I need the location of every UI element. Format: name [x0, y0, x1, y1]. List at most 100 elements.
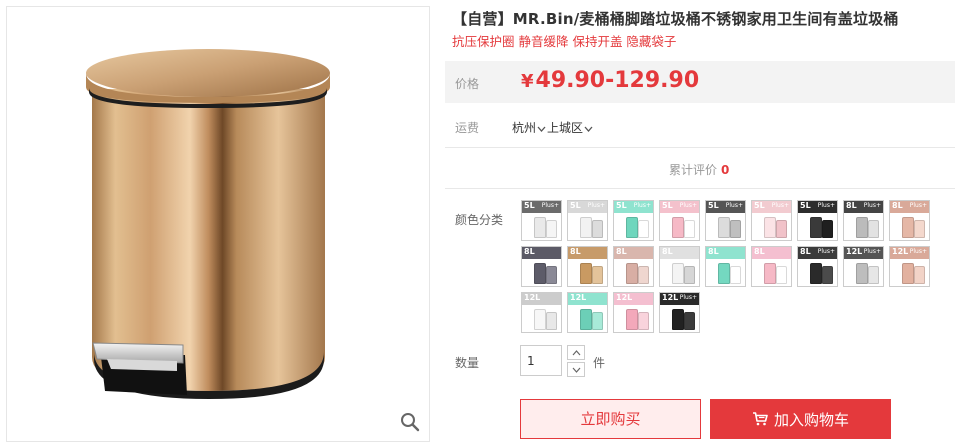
swatch-bin-image	[684, 266, 695, 284]
swatch-size-label: 8L	[892, 201, 903, 210]
swatch-bin-image	[718, 217, 730, 238]
color-swatch[interactable]: 12L Plus+	[659, 292, 700, 333]
swatch-bin-image	[672, 263, 684, 284]
color-swatch[interactable]: 8L	[659, 246, 700, 287]
color-swatch[interactable]: 12L Plus+	[889, 246, 930, 287]
swatch-size-label: 12L	[570, 293, 587, 302]
swatch-plus-label: Plus+	[679, 202, 697, 209]
swatch-bin-image	[534, 309, 546, 330]
quantity-label: 数量	[455, 356, 480, 370]
swatch-bin-image	[580, 309, 592, 330]
swatch-size-label: 8L	[846, 201, 857, 210]
shipping-district[interactable]: 上城区	[547, 121, 583, 135]
swatch-bin-image	[580, 263, 592, 284]
swatch-bin-image	[868, 220, 879, 238]
swatch-plus-label: Plus+	[863, 248, 881, 255]
swatch-bin-image	[856, 263, 868, 284]
swatch-bin-image	[592, 266, 603, 284]
product-subtitle: 抗压保护圈 静音缓降 保持开盖 隐藏袋子	[452, 34, 677, 49]
swatch-bin-image	[914, 220, 925, 238]
color-swatch[interactable]: 8L Plus+	[797, 246, 838, 287]
swatch-bin-image	[764, 263, 776, 284]
color-swatch[interactable]: 5L Plus+	[751, 200, 792, 241]
swatch-bin-image	[580, 217, 592, 238]
swatch-size-label: 12L	[662, 293, 679, 302]
color-swatch[interactable]: 8L	[751, 246, 792, 287]
color-swatch[interactable]: 5L Plus+	[797, 200, 838, 241]
swatch-size-label: 8L	[800, 247, 811, 256]
swatch-bin-image	[546, 220, 557, 238]
color-swatch[interactable]: 8L	[705, 246, 746, 287]
swatch-bin-image	[638, 312, 649, 330]
swatch-bin-image	[718, 263, 730, 284]
shipping-region-selector[interactable]: 杭州 上城区	[512, 119, 594, 136]
color-swatch[interactable]: 5L Plus+	[705, 200, 746, 241]
swatch-bin-image	[776, 266, 787, 284]
swatch-bin-image	[810, 263, 822, 284]
quantity-increase-button[interactable]	[567, 345, 585, 360]
color-swatch[interactable]: 8L Plus+	[843, 200, 884, 241]
swatch-bin-image	[730, 266, 741, 284]
swatch-plus-label: Plus+	[817, 202, 835, 209]
cart-icon	[752, 412, 768, 426]
swatch-plus-label: Plus+	[863, 202, 881, 209]
swatch-size-label: 12L	[524, 293, 541, 302]
price-value: ¥49.90-129.90	[521, 68, 699, 93]
color-swatch[interactable]: 12L Plus+	[843, 246, 884, 287]
quantity-input[interactable]	[520, 345, 562, 376]
swatch-plus-label: Plus+	[909, 202, 927, 209]
swatch-bin-image	[672, 217, 684, 238]
color-swatch[interactable]: 12L	[521, 292, 562, 333]
buy-now-button[interactable]: 立即购买	[520, 399, 701, 439]
review-label: 累计评价	[669, 163, 718, 177]
color-swatch[interactable]: 8L	[521, 246, 562, 287]
swatch-bin-image	[626, 309, 638, 330]
color-swatch[interactable]: 5L Plus+	[613, 200, 654, 241]
swatch-bin-image	[822, 266, 833, 284]
color-swatch-list: 5L Plus+ 5L Plus+ 5L Plus+ 5L Plus+ 5L Plus+ 5L Plu…	[521, 200, 961, 338]
add-to-cart-button[interactable]: 加入购物车	[710, 399, 891, 439]
shipping-city[interactable]: 杭州	[512, 121, 536, 135]
swatch-size-label: 8L	[616, 247, 627, 256]
review-count[interactable]: 0	[721, 163, 729, 177]
swatch-bin-image	[638, 266, 649, 284]
color-swatch[interactable]: 12L	[567, 292, 608, 333]
swatch-plus-label: Plus+	[587, 202, 605, 209]
swatch-plus-label: Plus+	[679, 294, 697, 301]
swatch-plus-label: Plus+	[541, 202, 559, 209]
swatch-size-label: 5L	[524, 201, 535, 210]
shipping-label: 运费	[455, 121, 480, 135]
color-swatch[interactable]: 8L Plus+	[889, 200, 930, 241]
swatch-plus-label: Plus+	[725, 202, 743, 209]
chevron-up-icon	[572, 350, 581, 356]
add-to-cart-label: 加入购物车	[773, 410, 849, 429]
chevron-down-icon	[537, 126, 546, 132]
swatch-bin-image	[776, 220, 787, 238]
swatch-bin-image	[764, 217, 776, 238]
swatch-bin-image	[672, 309, 684, 330]
swatch-bin-image	[810, 217, 822, 238]
color-swatch[interactable]: 8L	[613, 246, 654, 287]
zoom-icon[interactable]	[399, 411, 421, 433]
product-image[interactable]	[7, 7, 429, 441]
swatch-size-label: 5L	[754, 201, 765, 210]
swatch-plus-label: Plus+	[817, 248, 835, 255]
swatch-size-label: 5L	[662, 201, 673, 210]
swatch-size-label: 5L	[570, 201, 581, 210]
swatch-bin-image	[546, 312, 557, 330]
swatch-size-label: 8L	[570, 247, 581, 256]
swatch-bin-image	[902, 263, 914, 284]
color-swatch[interactable]: 5L Plus+	[567, 200, 608, 241]
color-swatch[interactable]: 5L Plus+	[659, 200, 700, 241]
swatch-plus-label: Plus+	[771, 202, 789, 209]
swatch-bin-image	[856, 217, 868, 238]
color-swatch[interactable]: 8L	[567, 246, 608, 287]
color-swatch[interactable]: 12L	[613, 292, 654, 333]
swatch-bin-image	[822, 220, 833, 238]
swatch-bin-image	[626, 263, 638, 284]
color-swatch[interactable]: 5L Plus+	[521, 200, 562, 241]
swatch-size-label: 5L	[708, 201, 719, 210]
swatch-plus-label: Plus+	[633, 202, 651, 209]
quantity-decrease-button[interactable]	[567, 362, 585, 377]
swatch-size-label: 5L	[616, 201, 627, 210]
